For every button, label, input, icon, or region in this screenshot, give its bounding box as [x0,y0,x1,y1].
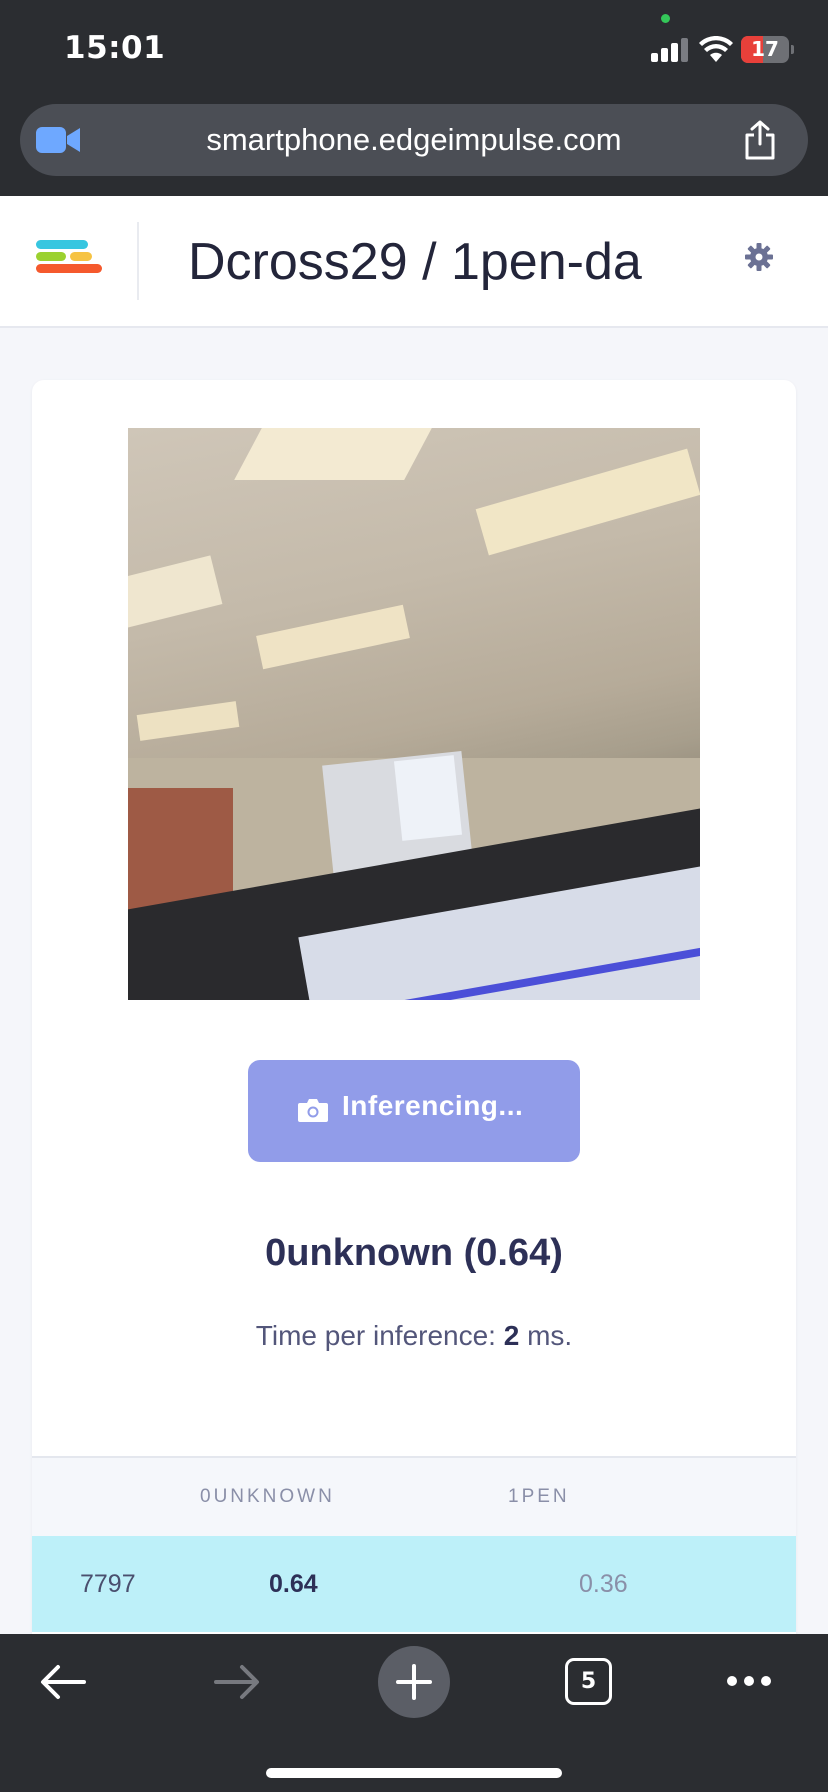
more-icon[interactable] [726,1674,772,1688]
ceiling-light [128,555,223,631]
results-table-header: 0UNKNOWN 1PEN [32,1456,796,1536]
status-time: 15:01 [64,30,166,66]
column-header-unknown: 0UNKNOWN [200,1486,335,1507]
ceiling-light [234,428,432,480]
arrow-right-icon[interactable] [214,1664,260,1700]
edge-impulse-logo[interactable] [36,240,102,286]
share-icon[interactable] [742,120,778,160]
table-row: 7797 0.64 0.36 [32,1536,796,1632]
battery-icon: 17 [741,36,789,63]
gear-icon[interactable] [744,242,774,272]
camera-in-use-indicator [661,14,670,23]
plus-icon [396,1664,432,1700]
column-header-pen: 1PEN [508,1486,570,1507]
battery-level: 17 [751,37,779,61]
ceiling-light [475,448,700,556]
status-bar: 15:01 17 smartphone.edgeimpulse.com [0,0,828,196]
browser-toolbar: 5 [0,1634,828,1792]
tabs-icon[interactable]: 5 [565,1658,612,1705]
camera-preview [128,428,700,1000]
app-header: Dcross29 / 1pen-da [0,196,828,328]
project-title: Dcross29 / 1pen-da [188,233,642,291]
header-divider [137,222,139,300]
timing-value: 2 [503,1320,520,1351]
inference-timing: Time per inference: 2 ms. [32,1320,796,1352]
inferencing-button[interactable]: Inferencing... [248,1060,580,1162]
url-text[interactable]: smartphone.edgeimpulse.com [20,104,808,176]
timing-suffix: ms. [519,1320,573,1351]
battery-tip [791,45,794,54]
camera-icon [298,1099,328,1122]
new-tab-button[interactable] [378,1646,450,1718]
row-value-pen: 0.36 [579,1570,628,1598]
ceiling-light [256,604,410,670]
classifier-card: Inferencing... 0unknown (0.64) Time per … [32,380,796,1680]
inferencing-button-label: Inferencing... [342,1090,524,1121]
timing-prefix: Time per inference: [255,1320,504,1351]
row-id: 7797 [80,1570,136,1598]
cellular-signal-icon [651,38,689,62]
classification-result: 0unknown (0.64) [265,1232,563,1274]
home-indicator [266,1768,562,1778]
ceiling-light [136,701,240,741]
arrow-left-icon[interactable] [40,1664,86,1700]
row-value-unknown: 0.64 [269,1570,318,1598]
wifi-icon [699,36,733,62]
window-glare [393,755,463,841]
address-bar[interactable]: smartphone.edgeimpulse.com [20,104,808,176]
